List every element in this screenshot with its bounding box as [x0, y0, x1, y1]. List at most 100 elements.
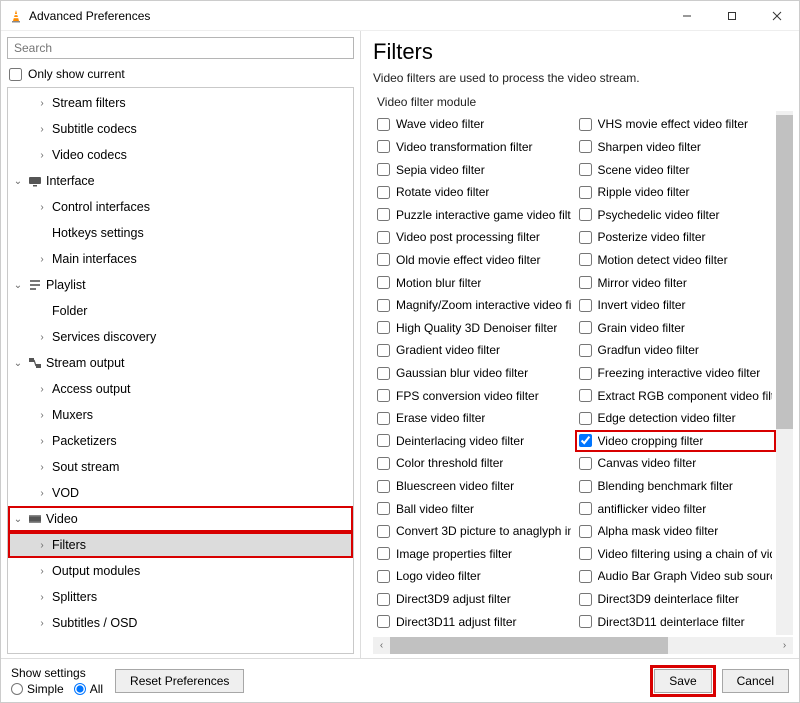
filter-item[interactable]: Gaussian blur video filter	[373, 362, 575, 385]
filter-item[interactable]: Deinterlacing video filter	[373, 430, 575, 453]
close-button[interactable]	[754, 1, 799, 31]
radio-all-row[interactable]: All	[74, 682, 103, 696]
filter-item[interactable]: Direct3D11 adjust filter	[373, 610, 575, 633]
filter-checkbox[interactable]	[579, 276, 592, 289]
chevron-right-icon[interactable]: ›	[36, 202, 48, 213]
chevron-right-icon[interactable]: ›	[36, 462, 48, 473]
radio-all[interactable]	[74, 683, 86, 695]
chevron-down-icon[interactable]: ⌄	[12, 514, 24, 525]
tree-item[interactable]: ›VOD	[8, 480, 353, 506]
chevron-right-icon[interactable]: ›	[36, 254, 48, 265]
search-input[interactable]	[7, 37, 354, 59]
scroll-left-icon[interactable]: ‹	[373, 637, 390, 654]
filter-checkbox[interactable]	[377, 615, 390, 628]
filter-checkbox[interactable]	[579, 299, 592, 312]
filter-checkbox[interactable]	[377, 299, 390, 312]
filter-checkbox[interactable]	[377, 389, 390, 402]
chevron-right-icon[interactable]: ›	[36, 436, 48, 447]
filter-checkbox[interactable]	[377, 140, 390, 153]
tree-item[interactable]: ⌄Video	[8, 506, 353, 532]
filter-item[interactable]: Video cropping filter	[575, 430, 777, 453]
tree-item[interactable]: ›Control interfaces	[8, 194, 353, 220]
chevron-right-icon[interactable]: ›	[36, 150, 48, 161]
tree-item[interactable]: Folder	[8, 298, 353, 324]
filter-item[interactable]: Sharpen video filter	[575, 136, 777, 159]
tree-item[interactable]: ›Sout stream	[8, 454, 353, 480]
tree-item[interactable]: ›Filters	[8, 532, 353, 558]
filter-checkbox[interactable]	[579, 367, 592, 380]
filter-item[interactable]: Color threshold filter	[373, 452, 575, 475]
cancel-button[interactable]: Cancel	[722, 669, 789, 693]
filter-checkbox[interactable]	[377, 253, 390, 266]
filter-item[interactable]: Ball video filter	[373, 497, 575, 520]
filter-checkbox[interactable]	[579, 525, 592, 538]
filter-checkbox[interactable]	[579, 480, 592, 493]
filter-item[interactable]: Convert 3D picture to anaglyph image vid…	[373, 520, 575, 543]
filter-checkbox[interactable]	[377, 163, 390, 176]
tree-item[interactable]: ⌄Playlist	[8, 272, 353, 298]
chevron-right-icon[interactable]: ›	[36, 332, 48, 343]
chevron-down-icon[interactable]: ⌄	[12, 176, 24, 187]
filter-checkbox[interactable]	[579, 253, 592, 266]
filter-item[interactable]: Magnify/Zoom interactive video filter	[373, 294, 575, 317]
filter-checkbox[interactable]	[579, 163, 592, 176]
filter-checkbox[interactable]	[377, 547, 390, 560]
filter-checkbox[interactable]	[579, 457, 592, 470]
filter-checkbox[interactable]	[579, 434, 592, 447]
filter-checkbox[interactable]	[579, 344, 592, 357]
tree-item[interactable]: ›Video codecs	[8, 142, 353, 168]
filter-checkbox[interactable]	[377, 457, 390, 470]
filter-item[interactable]: Blending benchmark filter	[575, 475, 777, 498]
filter-checkbox[interactable]	[377, 186, 390, 199]
filter-item[interactable]: Direct3D11 deinterlace filter	[575, 610, 777, 633]
chevron-right-icon[interactable]: ›	[36, 618, 48, 629]
filter-checkbox[interactable]	[579, 502, 592, 515]
filter-item[interactable]: Scene video filter	[575, 158, 777, 181]
filter-item[interactable]: Wave video filter	[373, 113, 575, 136]
filter-checkbox[interactable]	[377, 570, 390, 583]
only-show-current-checkbox[interactable]	[9, 68, 22, 81]
filter-item[interactable]: Freezing interactive video filter	[575, 362, 777, 385]
chevron-right-icon[interactable]: ›	[36, 566, 48, 577]
filter-checkbox[interactable]	[377, 502, 390, 515]
radio-simple-row[interactable]: Simple	[11, 682, 64, 696]
filter-checkbox[interactable]	[579, 231, 592, 244]
preferences-tree[interactable]: ›Stream filters›Subtitle codecs›Video co…	[8, 88, 353, 653]
filter-item[interactable]: Grain video filter	[575, 316, 777, 339]
filter-item[interactable]: VHS movie effect video filter	[575, 113, 777, 136]
filter-checkbox[interactable]	[377, 434, 390, 447]
filter-item[interactable]: Bluescreen video filter	[373, 475, 575, 498]
reset-preferences-button[interactable]: Reset Preferences	[115, 669, 244, 693]
tree-item[interactable]: ›Packetizers	[8, 428, 353, 454]
filter-checkbox[interactable]	[377, 525, 390, 538]
filter-item[interactable]: Extract RGB component video filter	[575, 384, 777, 407]
filter-item[interactable]: Logo video filter	[373, 565, 575, 588]
filter-item[interactable]: Direct3D9 deinterlace filter	[575, 588, 777, 611]
filter-item[interactable]: Image properties filter	[373, 543, 575, 566]
tree-item[interactable]: ›Output modules	[8, 558, 353, 584]
chevron-right-icon[interactable]: ›	[36, 124, 48, 135]
filter-item[interactable]: Motion detect video filter	[575, 249, 777, 272]
scrollbar-thumb[interactable]	[776, 115, 793, 429]
scroll-right-icon[interactable]: ›	[776, 637, 793, 654]
filter-item[interactable]: Sepia video filter	[373, 158, 575, 181]
filter-item[interactable]: antiflicker video filter	[575, 497, 777, 520]
filter-item[interactable]: Posterize video filter	[575, 226, 777, 249]
scrollbar-track[interactable]	[390, 637, 776, 654]
chevron-right-icon[interactable]: ›	[36, 540, 48, 551]
filter-item[interactable]: High Quality 3D Denoiser filter	[373, 316, 575, 339]
filter-checkbox[interactable]	[377, 118, 390, 131]
filter-checkbox[interactable]	[579, 547, 592, 560]
filter-checkbox[interactable]	[377, 367, 390, 380]
filter-item[interactable]: Alpha mask video filter	[575, 520, 777, 543]
tree-item[interactable]: ›Main interfaces	[8, 246, 353, 272]
filter-item[interactable]: Mirror video filter	[575, 271, 777, 294]
filter-item[interactable]: Erase video filter	[373, 407, 575, 430]
chevron-right-icon[interactable]: ›	[36, 384, 48, 395]
filter-item[interactable]: Gradfun video filter	[575, 339, 777, 362]
filter-checkbox[interactable]	[377, 321, 390, 334]
tree-item[interactable]: ›Access output	[8, 376, 353, 402]
filter-checkbox[interactable]	[579, 412, 592, 425]
filter-item[interactable]: Puzzle interactive game video filter	[373, 203, 575, 226]
filter-checkbox[interactable]	[377, 412, 390, 425]
